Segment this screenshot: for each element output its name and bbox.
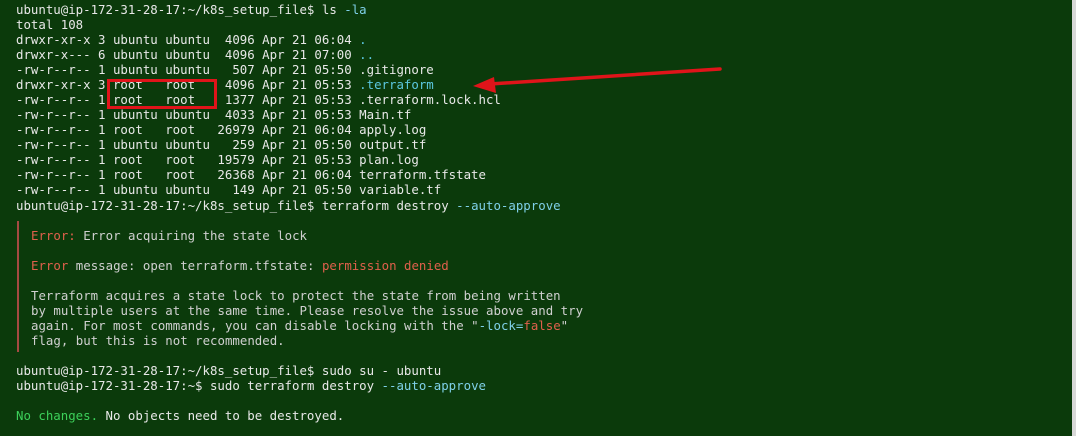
arrow-head [473,77,496,93]
terminal-window[interactable]: ubuntu@ip-172-31-28-17:~/k8s_setup_file$… [0,0,1072,436]
scrollbar[interactable] [1072,0,1076,436]
annotation-arrow-icon [473,67,722,93]
arrow-shaft [488,67,722,86]
